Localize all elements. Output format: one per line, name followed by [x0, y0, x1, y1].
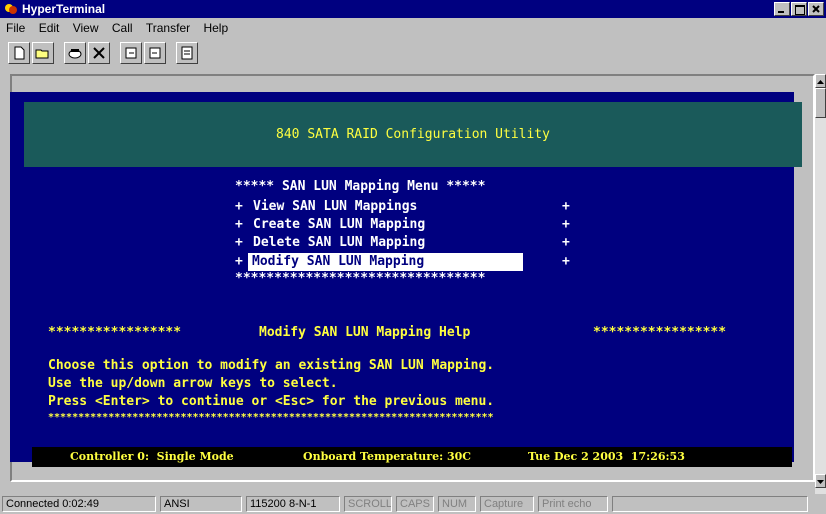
menu-item-modify-selected[interactable]: Modify SAN LUN Mapping [248, 253, 523, 271]
help-line-2: Use the up/down arrow keys to select. [48, 376, 338, 391]
vertical-scrollbar[interactable] [815, 74, 826, 504]
open-icon [35, 49, 49, 59]
menu-bottom-border: ******************************** [235, 271, 486, 286]
menu-item-border-right: + [562, 217, 570, 232]
connect-button[interactable] [64, 42, 86, 64]
menu-item-border-left: + [235, 235, 243, 250]
status-bar-empty [612, 496, 808, 512]
header-title: 840 SATA RAID Configuration Utility [276, 127, 550, 142]
receive-icon [149, 47, 161, 59]
scroll-indicator: SCROLL [344, 496, 392, 512]
menu-view[interactable]: View [67, 18, 103, 38]
horizontal-scrollbar[interactable] [10, 482, 815, 492]
help-line-1: Choose this option to modify an existing… [48, 358, 495, 373]
menu-file[interactable]: File [0, 18, 29, 38]
menu-call[interactable]: Call [106, 18, 137, 38]
caps-indicator: CAPS [396, 496, 434, 512]
menu-item-border-left: + [235, 199, 243, 214]
arrow-up-icon [817, 80, 824, 84]
receive-button[interactable] [144, 42, 166, 64]
port-settings: 115200 8-N-1 [246, 496, 340, 512]
disconnect-icon [93, 47, 105, 59]
properties-icon [181, 46, 193, 60]
arrow-down-icon [817, 480, 824, 484]
new-icon [14, 46, 25, 60]
menu-item-border-right: + [562, 235, 570, 250]
help-bottom-border: ****************************************… [48, 412, 494, 423]
num-indicator: NUM [438, 496, 476, 512]
help-stars-right: ***************** [593, 325, 727, 340]
menu-item-border-left: + [235, 254, 243, 269]
menu-help[interactable]: Help [197, 18, 232, 38]
menu-edit[interactable]: Edit [33, 18, 64, 38]
menu-item-create[interactable]: Create SAN LUN Mapping [253, 216, 425, 234]
onboard-temperature: Onboard Temperature: 30C [303, 450, 472, 463]
menu-bar: File Edit View Call Transfer Help [0, 18, 826, 38]
hyperterminal-icon [5, 4, 17, 14]
title-bar: HyperTerminal [0, 0, 826, 18]
help-title: Modify SAN LUN Mapping Help [259, 325, 471, 340]
send-button[interactable] [120, 42, 142, 64]
emulation-type: ANSI [160, 496, 242, 512]
status-bar: Connected 0:02:49 ANSI 115200 8-N-1 SCRO… [0, 494, 826, 514]
window-title: HyperTerminal [22, 2, 106, 16]
scroll-thumb[interactable] [815, 88, 826, 118]
scroll-down-button[interactable] [815, 474, 826, 488]
maximize-icon [795, 5, 805, 15]
close-icon [812, 5, 820, 13]
send-icon [125, 47, 137, 59]
maximize-button[interactable] [791, 2, 807, 16]
menu-item-view[interactable]: View SAN LUN Mappings [253, 198, 417, 216]
menu-item-border-right: + [562, 254, 570, 269]
utility-header: 840 SATA RAID Configuration Utility [24, 102, 802, 167]
connect-icon [68, 49, 82, 59]
new-button[interactable] [8, 42, 30, 64]
menu-transfer[interactable]: Transfer [140, 18, 194, 38]
help-stars-left: ***************** [48, 325, 182, 340]
controller-mode: Controller 0: Single Mode [70, 450, 234, 463]
close-button[interactable] [808, 2, 824, 16]
date-time: Tue Dec 2 2003 17:26:53 [528, 450, 685, 463]
minimize-icon [778, 11, 784, 13]
scroll-up-button[interactable] [815, 74, 826, 88]
print-echo-indicator: Print echo [538, 496, 608, 512]
open-button[interactable] [32, 42, 54, 64]
connection-time: Connected 0:02:49 [2, 496, 156, 512]
menu-title: ***** SAN LUN Mapping Menu ***** [235, 179, 486, 194]
properties-button[interactable] [176, 42, 198, 64]
menu-item-border-right: + [562, 199, 570, 214]
capture-indicator: Capture [480, 496, 534, 512]
menu-item-border-left: + [235, 217, 243, 232]
menu-item-delete[interactable]: Delete SAN LUN Mapping [253, 234, 425, 252]
disconnect-button[interactable] [88, 42, 110, 64]
minimize-button[interactable] [774, 2, 790, 16]
toolbar [8, 42, 198, 64]
